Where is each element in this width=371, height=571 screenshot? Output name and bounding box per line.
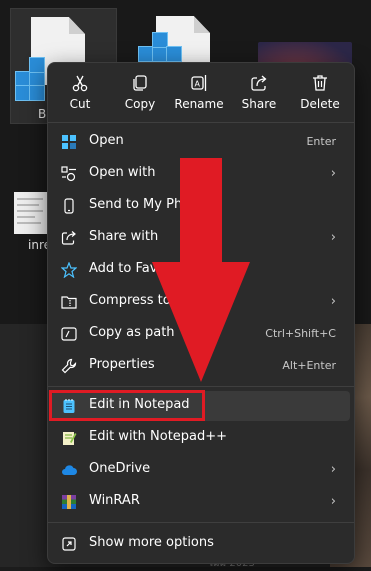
menu-item-label: WinRAR bbox=[89, 493, 140, 508]
rename-label: Rename bbox=[174, 97, 224, 111]
shortcut-label: Ctrl+Shift+C bbox=[265, 327, 336, 340]
more-options-icon bbox=[61, 536, 77, 552]
menu-item-label: Open with bbox=[89, 165, 156, 180]
notepadpp-icon bbox=[61, 430, 77, 446]
open-with-icon bbox=[61, 166, 77, 182]
menu-item-winrar[interactable]: WinRAR › bbox=[52, 487, 350, 517]
wrench-icon bbox=[61, 358, 77, 374]
rename-icon: A bbox=[170, 73, 228, 97]
shortcut-label: Enter bbox=[306, 135, 336, 148]
zip-folder-icon bbox=[61, 294, 77, 310]
share-icon bbox=[230, 73, 288, 97]
menu-item-label: Open bbox=[89, 133, 124, 148]
cut-label: Cut bbox=[69, 97, 91, 111]
menu-item-label: OneDrive bbox=[89, 461, 151, 476]
rename-button[interactable]: A Rename bbox=[170, 69, 228, 117]
share-icon bbox=[61, 230, 77, 246]
annotation-arrow-down-icon bbox=[152, 158, 250, 382]
share-label: Share bbox=[241, 97, 277, 111]
chevron-right-icon: › bbox=[330, 294, 336, 309]
menu-item-onedrive[interactable]: OneDrive › bbox=[52, 455, 350, 485]
copy-label: Copy bbox=[124, 97, 156, 111]
menu-item-show-more-options[interactable]: Show more options bbox=[52, 529, 350, 559]
menu-item-edit-with-notepadpp[interactable]: Edit with Notepad++ bbox=[52, 423, 350, 453]
menu-item-label: Show more options bbox=[89, 535, 214, 550]
annotation-highlight-box bbox=[49, 390, 205, 421]
chevron-right-icon: › bbox=[330, 230, 336, 245]
chevron-right-icon: › bbox=[330, 462, 336, 477]
share-button[interactable]: Share bbox=[230, 69, 288, 117]
menu-separator bbox=[48, 122, 354, 123]
menu-item-label: Share with bbox=[89, 229, 159, 244]
star-icon bbox=[60, 261, 78, 279]
text-file-thumbnail[interactable] bbox=[14, 192, 48, 234]
phone-icon bbox=[61, 198, 77, 214]
cut-button[interactable]: Cut bbox=[51, 69, 109, 117]
svg-text:A: A bbox=[195, 80, 201, 89]
winrar-icon bbox=[61, 494, 77, 510]
chevron-right-icon: › bbox=[330, 494, 336, 509]
menu-item-label: Edit with Notepad++ bbox=[89, 429, 228, 444]
onedrive-cloud-icon bbox=[61, 462, 77, 478]
quick-actions-bar: Cut Copy A Rename Share Delete bbox=[48, 63, 354, 121]
copy-icon bbox=[111, 73, 169, 97]
chevron-right-icon: › bbox=[330, 166, 336, 181]
menu-item-label: Properties bbox=[89, 357, 155, 372]
path-icon bbox=[61, 326, 77, 342]
copy-button[interactable]: Copy bbox=[111, 69, 169, 117]
file-name-label: B bbox=[38, 107, 47, 121]
delete-label: Delete bbox=[300, 97, 340, 111]
menu-separator bbox=[48, 522, 354, 523]
shortcut-label: Alt+Enter bbox=[282, 359, 336, 372]
menu-separator bbox=[48, 386, 354, 387]
cut-icon bbox=[51, 73, 109, 97]
delete-button[interactable]: Delete bbox=[291, 69, 349, 117]
open-app-icon bbox=[61, 134, 77, 150]
menu-item-open[interactable]: Open Enter bbox=[52, 127, 350, 157]
delete-icon bbox=[291, 73, 349, 97]
